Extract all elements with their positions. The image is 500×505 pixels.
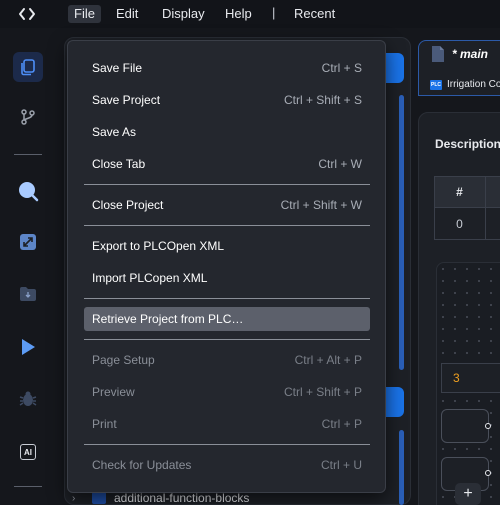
menu-divider: [84, 184, 370, 185]
menu-divider: [84, 444, 370, 445]
menu-display[interactable]: Display: [156, 5, 211, 23]
menu-edit[interactable]: Edit: [110, 5, 144, 23]
menu-item-print[interactable]: Print Ctrl + P: [84, 412, 370, 436]
menu-item-shortcut: Ctrl + Shift + W: [280, 198, 362, 212]
menu-item-page-setup[interactable]: Page Setup Ctrl + Alt + P: [84, 348, 370, 372]
menu-item-close-tab[interactable]: Close Tab Ctrl + W: [84, 152, 370, 176]
menu-item-shortcut: Ctrl + U: [320, 458, 362, 472]
activity-divider: [14, 154, 42, 155]
menu-item-label: Retrieve Project from PLC…: [92, 312, 244, 326]
menu-item-label: Close Tab: [92, 157, 146, 171]
plc-badge-icon: PLC: [430, 80, 442, 90]
menu-item-close-project[interactable]: Close Project Ctrl + Shift + W: [84, 193, 370, 217]
menu-item-save-as[interactable]: Save As: [84, 120, 370, 144]
menubar-separator: |: [272, 5, 276, 20]
ai-icon[interactable]: AI: [13, 437, 43, 467]
menu-item-label: Print: [92, 417, 117, 431]
menu-item-label: Export to PLCOpen XML: [92, 239, 225, 253]
table-cell-index[interactable]: 0: [434, 208, 486, 240]
menu-divider: [84, 339, 370, 340]
menubar: File Edit Display Help | Recent: [0, 0, 500, 28]
transfer-icon[interactable]: [13, 227, 43, 257]
explorer-scrollbar[interactable]: [399, 95, 404, 370]
menu-item-import-plcopen-xml[interactable]: Import PLCopen XML: [84, 266, 370, 290]
block-output-pin[interactable]: [485, 423, 491, 429]
menu-recent[interactable]: Recent: [288, 5, 341, 23]
activity-bar: AI: [0, 28, 56, 505]
menu-item-shortcut: Ctrl + Alt + P: [294, 353, 362, 367]
menu-item-label: Page Setup: [92, 353, 155, 367]
download-folder-icon[interactable]: [13, 279, 43, 309]
folder-icon: [92, 492, 106, 504]
chevron-right-icon[interactable]: ›: [72, 493, 84, 504]
menu-item-label: Close Project: [92, 198, 164, 212]
menu-item-shortcut: Ctrl + P: [321, 417, 362, 431]
menu-item-export-plcopen-xml[interactable]: Export to PLCOpen XML: [84, 234, 370, 258]
debug-bug-icon[interactable]: [13, 384, 43, 414]
activity-divider-bottom: [14, 486, 42, 487]
file-icon: [432, 46, 444, 62]
function-block[interactable]: [441, 409, 489, 443]
menu-item-label: Save As: [92, 125, 137, 139]
menu-item-label: Check for Updates: [92, 458, 192, 472]
menu-item-shortcut: Ctrl + Shift + P: [283, 385, 362, 399]
source-control-icon[interactable]: [13, 102, 43, 132]
constant-block[interactable]: 3: [441, 363, 500, 393]
tree-item-label: additional-function-blocks: [114, 491, 250, 505]
menu-help[interactable]: Help: [219, 5, 258, 23]
code-brackets-logo-icon[interactable]: [18, 6, 36, 22]
table-header-index[interactable]: #: [434, 176, 486, 208]
menu-item-label: Save File: [92, 61, 143, 75]
tab-subtitle: Irrigation Co: [447, 79, 500, 90]
run-icon[interactable]: [13, 332, 43, 362]
explorer-scrollbar-lower[interactable]: [399, 430, 404, 505]
menu-item-retrieve-project-from-plc[interactable]: Retrieve Project from PLC…: [84, 307, 370, 331]
menu-item-save-project[interactable]: Save Project Ctrl + Shift + S: [84, 88, 370, 112]
menu-item-label: Save Project: [92, 93, 161, 107]
description-label: Description: [435, 137, 500, 151]
add-block-button[interactable]: +: [455, 483, 481, 505]
ai-icon-label: AI: [20, 444, 36, 460]
menu-item-save-file[interactable]: Save File Ctrl + S: [84, 56, 370, 80]
menu-item-label: Preview: [92, 385, 135, 399]
menu-item-shortcut: Ctrl + S: [321, 61, 362, 75]
block-output-pin[interactable]: [485, 470, 491, 476]
search-icon[interactable]: [13, 176, 43, 206]
menu-divider: [84, 225, 370, 226]
menu-file[interactable]: File: [68, 5, 101, 23]
tab-title: * main: [452, 47, 489, 61]
menu-item-label: Import PLCopen XML: [92, 271, 208, 285]
menu-item-preview[interactable]: Preview Ctrl + Shift + P: [84, 380, 370, 404]
menu-item-shortcut: Ctrl + Shift + S: [283, 93, 362, 107]
files-icon[interactable]: [13, 52, 43, 82]
constant-value: 3: [453, 371, 460, 385]
menu-divider: [84, 298, 370, 299]
menu-item-shortcut: Ctrl + W: [318, 157, 362, 171]
menu-item-check-for-updates[interactable]: Check for Updates Ctrl + U: [84, 453, 370, 477]
